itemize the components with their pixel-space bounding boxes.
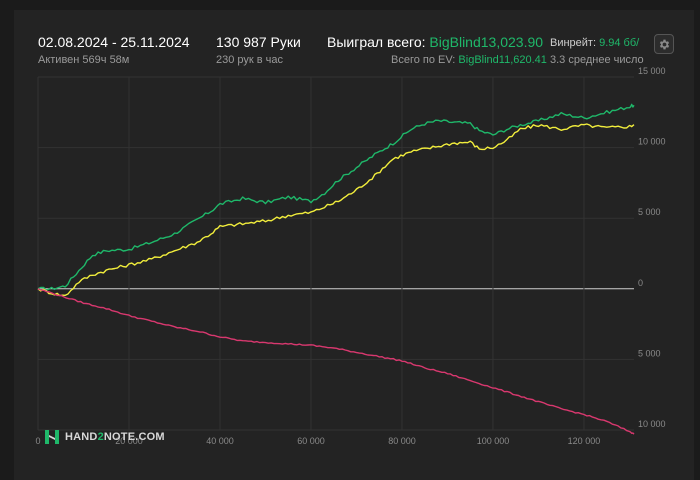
x-tick-label: 40 000	[206, 436, 234, 446]
ev-line	[37, 123, 635, 297]
x-tick-label: 0	[35, 436, 40, 446]
logo-text-b: NOTE.COM	[103, 431, 165, 443]
y-tick-label: 15 000	[638, 66, 666, 76]
won-line	[37, 103, 635, 291]
y-tick-label: 5 000	[638, 207, 661, 217]
x-tick-label: 60 000	[297, 436, 325, 446]
x-tick-label: 100 000	[477, 436, 510, 446]
logo-text-a: HAND	[65, 431, 98, 443]
logo-text: HAND2NOTE.COM	[65, 431, 165, 443]
x-tick-label: 120 000	[568, 436, 601, 446]
hand2note-logo-icon	[45, 430, 59, 444]
y-tick-label: 0	[638, 278, 643, 288]
nonshowdown-line	[37, 288, 635, 435]
hand2note-logo: HAND2NOTE.COM	[44, 429, 165, 445]
y-tick-label: 10 000	[638, 137, 666, 147]
y-tick-label: 10 000	[638, 419, 666, 429]
line-chart: 15 00010 0005 00005 00010 0000 20 000 40 0…	[35, 66, 666, 446]
x-tick-label: 80 000	[388, 436, 416, 446]
y-tick-label: 5 000	[638, 348, 661, 358]
chart-panel: 02.08.2024 - 25.11.2024 Активен 569ч 58м…	[14, 10, 694, 480]
